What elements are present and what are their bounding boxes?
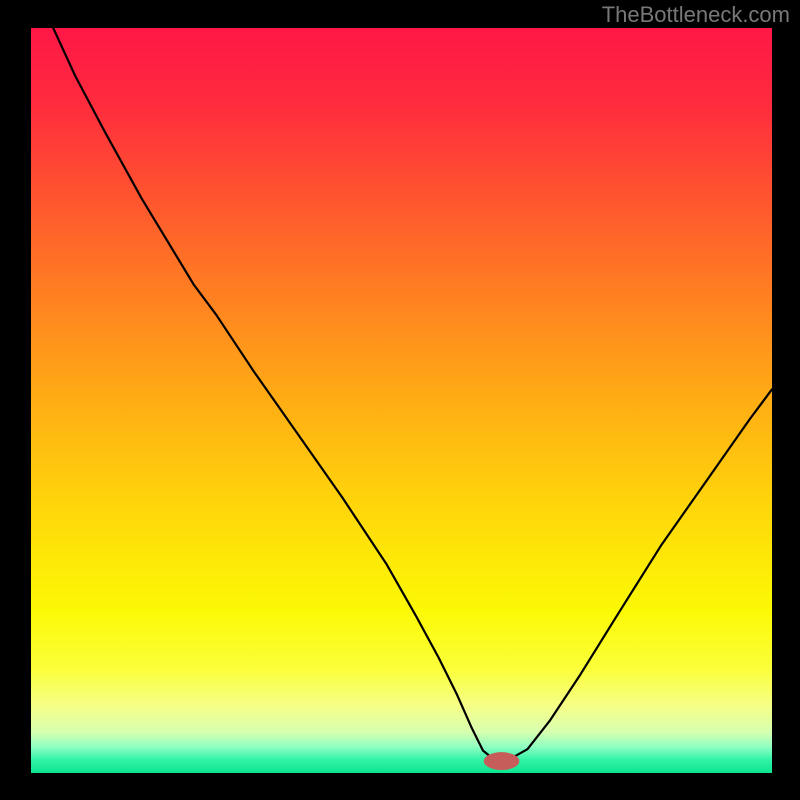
optimal-marker <box>484 752 520 770</box>
chart-frame: { "attribution": "TheBottleneck.com", "c… <box>0 0 800 800</box>
bottleneck-chart <box>0 0 800 800</box>
plot-background <box>31 28 772 773</box>
